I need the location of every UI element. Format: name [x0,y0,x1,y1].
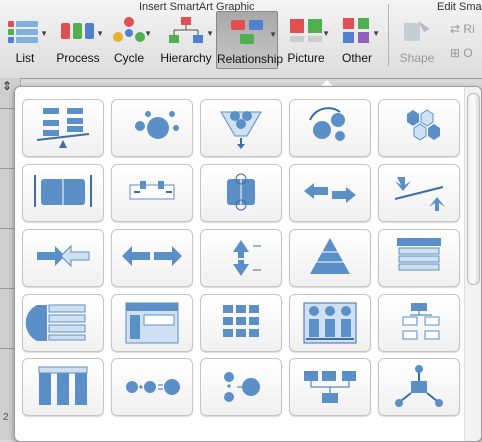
grouped-list-icon [25,304,86,341]
layout-tile-table-relationship[interactable] [111,294,193,352]
reverse-list-icon [227,173,255,211]
vertical-scrollbar[interactable] [464,87,481,441]
columns-arrow-icon [303,302,357,344]
layout-tile-plus-and-minus[interactable] [111,164,193,222]
layout-tile-reverse-list[interactable] [200,164,282,222]
chevron-down-icon: ▼ [206,29,214,38]
organization-icon: ⊞ [450,46,461,60]
layout-tile-gear[interactable] [289,99,371,157]
right-to-left-icon: ⇄ [450,22,461,36]
vertical-equation-icon [224,372,260,402]
organization-label: O [463,46,473,60]
chevron-down-icon: ▼ [269,30,277,39]
up-down-arrows-icon [233,240,261,276]
pyramid-icon [310,238,350,274]
pointer-arrows-icon: ⇕ [2,79,13,93]
layout-tile-equation[interactable] [111,358,193,416]
other-button[interactable]: ▼ Other [334,11,380,67]
layout-tile-funnel[interactable] [200,99,282,157]
process-button-label: Process [56,51,100,65]
organization-button[interactable]: ⊞ O [450,46,473,60]
layout-tile-opposing-ideas[interactable] [22,164,104,222]
converging-boxes-icon [304,371,356,403]
ribbon: Insert SmartArt Graphic Edit SmartArt ▼ … [0,0,482,79]
hierarchy-list-icon [402,303,440,340]
list-button-label: List [15,51,35,65]
radial-cluster-icon [395,365,443,407]
converging-arrows-icon [37,244,90,268]
process-button[interactable]: ▼ Process [52,11,104,67]
cycle-icon [113,17,145,42]
layout-tile-counterbalance-arrows[interactable] [289,164,371,222]
chevron-down-icon: ▼ [96,29,104,38]
picture-icon [290,19,322,42]
other-button-label: Other [341,51,372,65]
picture-button[interactable]: ▼ Picture [282,11,330,67]
tab-list-icon [38,366,88,405]
layout-tile-converging-boxes[interactable] [289,358,371,416]
column-list-icon [223,305,259,337]
relationship-button[interactable]: ▼ Relationship [216,11,284,69]
ruler-label: 2 [3,412,9,423]
right-to-left-label: Ri [463,22,475,36]
equation-icon [126,379,180,395]
layout-tile-circle-relationship[interactable] [111,99,193,157]
table-icon [125,302,179,344]
circle-relationship-icon [135,111,179,139]
relationship-icon [231,20,263,44]
layout-tile-radial-cluster[interactable] [378,358,460,416]
right-to-left-button[interactable]: ⇄ Ri [450,22,475,36]
other-icon [343,18,369,43]
scrollbar-thumb[interactable] [467,93,480,285]
picture-button-label: Picture [287,51,325,65]
layout-tile-hierarchy-list[interactable] [378,294,460,352]
group-title-edit-smartart: Edit SmartArt [437,1,482,13]
shape-icon [404,21,430,41]
hierarchy-button-label: Hierarchy [160,51,212,65]
smartart-gallery [14,86,482,442]
hexagon-cluster-icon [407,109,440,141]
layout-tile-nested-target-list[interactable] [378,229,460,287]
layout-tile-vertical-equation[interactable] [200,358,282,416]
layout-tile-diverging-arrows[interactable] [111,229,193,287]
layout-tile-column-list[interactable] [200,294,282,352]
shape-button[interactable]: Shape [394,11,440,67]
list-icon [8,21,38,43]
cycle-button-label: Cycle [113,51,144,65]
layout-tile-hexagon-cluster[interactable] [378,99,460,157]
gear-icon [309,107,345,141]
group-separator [388,4,389,66]
layout-tile-diverging-arrows-offset[interactable] [378,164,460,222]
chevron-down-icon: ▼ [40,29,48,38]
counterbalance-arrows-icon [304,183,356,203]
relationship-button-label: Relationship [217,52,284,66]
hierarchy-button[interactable]: ▼ Hierarchy [158,11,214,67]
hierarchy-icon [169,17,203,43]
chevron-down-icon: ▼ [144,29,152,38]
layout-tile-converging-arrows[interactable] [22,229,104,287]
opposing-ideas-icon [34,175,92,207]
chevron-down-icon: ▼ [322,29,330,38]
layout-tile-grouped-list[interactable] [22,294,104,352]
cycle-button[interactable]: ▼ Cycle [106,11,152,67]
offset-arrows-icon [394,177,445,211]
layout-tile-columns-with-arrow[interactable] [289,294,371,352]
diverging-arrows-icon [122,246,182,266]
list-button[interactable]: ▼ List [2,11,48,67]
stacked-list-icon [397,238,441,271]
shape-button-label: Shape [399,51,435,65]
layout-tile-segmented-pyramid[interactable] [289,229,371,287]
layout-tile-tab-list[interactable] [22,358,104,416]
funnel-icon [220,111,262,149]
layout-tile-up-down-arrows[interactable] [200,229,282,287]
chevron-down-icon: ▼ [372,29,380,38]
process-icon [61,23,94,39]
layout-tile-balance[interactable] [22,99,104,157]
plus-minus-icon [129,181,175,200]
balance-icon [36,108,90,148]
